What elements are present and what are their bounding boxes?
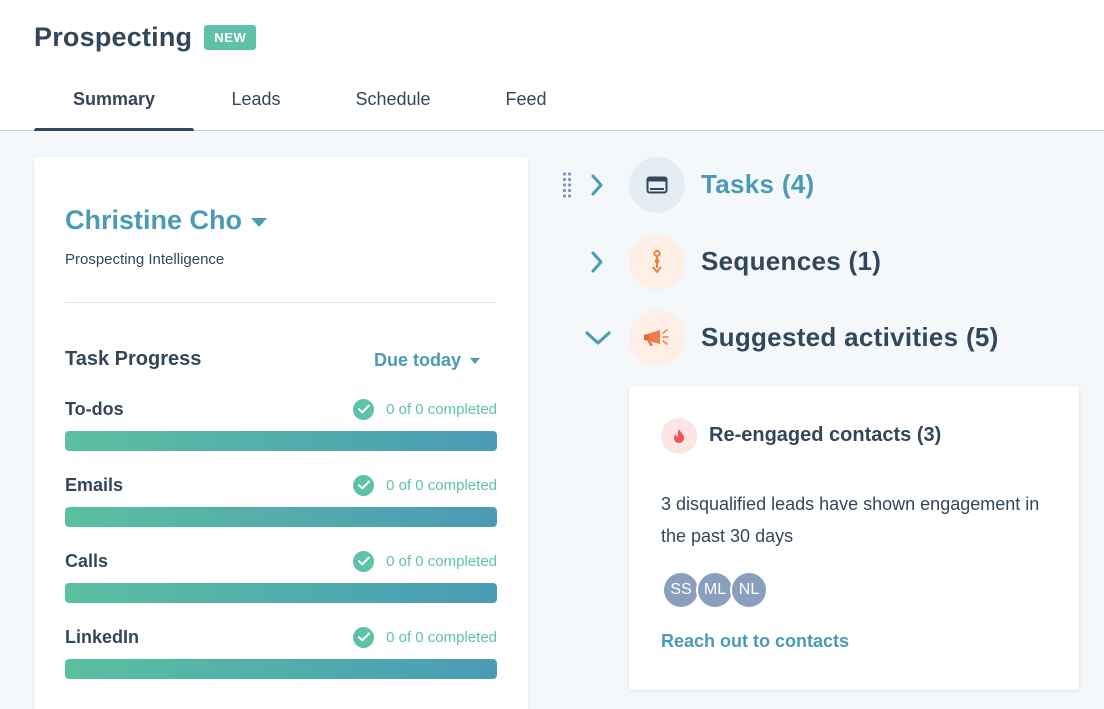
progress-label: Calls (65, 550, 109, 571)
window-icon (629, 157, 685, 213)
chevron-right-icon[interactable] (586, 251, 608, 273)
section-suggested-activities: Suggested activities (5) (562, 310, 1102, 366)
progress-bar (65, 507, 497, 527)
progress-status: 0 of 0 completed (353, 474, 497, 496)
megaphone-icon (629, 310, 685, 366)
progress-item-emails: Emails 0 of 0 completed (65, 474, 497, 527)
caret-down-icon (470, 357, 480, 364)
tab-schedule[interactable]: Schedule (318, 80, 468, 131)
content-area: Christine Cho Prospecting Intelligence T… (0, 131, 1104, 709)
task-progress-title: Task Progress (65, 348, 202, 370)
avatar[interactable]: NL (730, 571, 768, 609)
progress-item-calls: Calls 0 of 0 completed (65, 550, 497, 603)
progress-item-linkedin: LinkedIn 0 of 0 completed (65, 626, 497, 679)
progress-label: Emails (65, 474, 124, 495)
owner-name: Christine Cho (65, 205, 243, 235)
reach-out-link[interactable]: Reach out to contacts (661, 631, 849, 652)
flame-icon (661, 418, 697, 454)
progress-item-todos: To-dos 0 of 0 completed (65, 398, 497, 451)
caret-down-icon (251, 218, 268, 227)
new-badge: NEW (204, 25, 257, 50)
check-circle-icon (353, 474, 375, 496)
activities-panel: Tasks (4) Sequences (1) Suggested activi… (562, 131, 1104, 709)
page-header: Prospecting NEW Summary Leads Schedule F… (0, 0, 1104, 133)
progress-status: 0 of 0 completed (353, 398, 497, 420)
section-title-sequences[interactable]: Sequences (1) (701, 246, 881, 277)
tab-feed[interactable]: Feed (468, 80, 584, 131)
due-filter-label: Due today (373, 350, 461, 370)
tab-summary[interactable]: Summary (34, 80, 194, 133)
drag-handle-icon[interactable] (562, 172, 572, 198)
progress-bar (65, 659, 497, 679)
check-circle-icon (353, 550, 375, 572)
progress-status-text: 0 of 0 completed (386, 400, 497, 418)
check-circle-icon (353, 626, 375, 648)
divider (65, 302, 497, 303)
tab-bar: Summary Leads Schedule Feed (34, 80, 584, 133)
chevron-right-icon[interactable] (586, 174, 608, 196)
progress-status-text: 0 of 0 completed (386, 476, 497, 494)
chevron-down-icon[interactable] (584, 327, 612, 349)
avatar-group: SS ML NL (662, 571, 768, 609)
owner-dropdown[interactable]: Christine Cho (65, 205, 268, 236)
owner-subtitle: Prospecting Intelligence (65, 251, 225, 268)
activity-description: 3 disqualified leads have shown engageme… (661, 494, 1040, 546)
section-sequences: Sequences (1) (562, 234, 1102, 290)
progress-label: To-dos (65, 398, 124, 419)
section-tasks: Tasks (4) (562, 157, 1102, 213)
page-title: Prospecting (34, 22, 193, 52)
progress-status: 0 of 0 completed (353, 550, 497, 572)
tab-leads[interactable]: Leads (194, 80, 318, 131)
summary-card: Christine Cho Prospecting Intelligence T… (34, 157, 528, 709)
progress-status-text: 0 of 0 completed (386, 628, 497, 646)
section-title-tasks[interactable]: Tasks (4) (701, 169, 815, 200)
avatar[interactable]: ML (696, 571, 734, 609)
progress-status: 0 of 0 completed (353, 626, 497, 648)
progress-bar (65, 431, 497, 451)
activity-card-reengaged: Re-engaged contacts (3) 3 disqualified l… (629, 386, 1079, 690)
activity-title: Re-engaged contacts (3) (709, 424, 942, 446)
section-title-suggested-activities[interactable]: Suggested activities (5) (701, 322, 999, 353)
check-circle-icon (353, 398, 375, 420)
progress-label: LinkedIn (65, 626, 140, 647)
progress-status-text: 0 of 0 completed (386, 552, 497, 570)
sequence-icon (629, 234, 685, 290)
avatar[interactable]: SS (662, 571, 700, 609)
due-filter-dropdown[interactable]: Due today (374, 350, 480, 371)
title-row: Prospecting NEW (34, 22, 257, 53)
progress-bar (65, 583, 497, 603)
